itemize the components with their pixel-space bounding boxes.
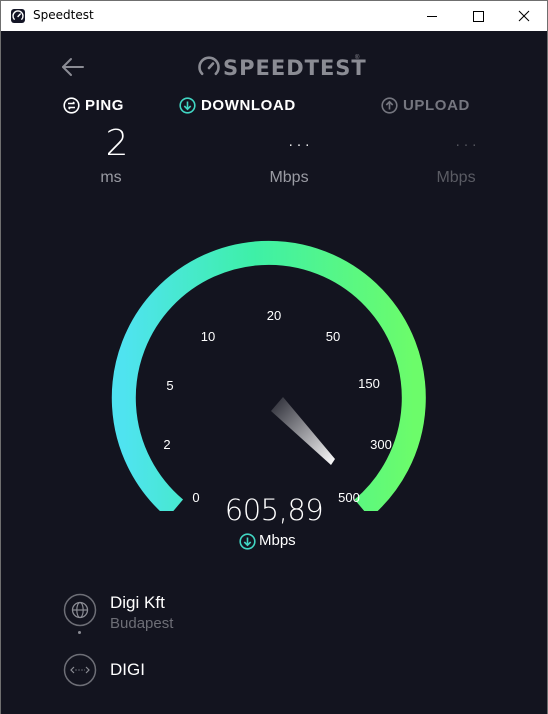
speedtest-logo: SPEEDTEST ® [197, 55, 366, 80]
close-button[interactable] [501, 1, 547, 31]
current-speed-unit: Mbps [259, 532, 296, 549]
host-name: DIGI [110, 660, 145, 679]
gauge-tick-50: 50 [326, 329, 340, 344]
minimize-icon [427, 16, 437, 17]
upload-value: ... [453, 123, 479, 153]
current-speed-value: 605,89 [224, 493, 324, 527]
upload-icon [381, 97, 398, 114]
speed-gauge: 0 2 5 10 20 50 150 300 500 [111, 240, 426, 511]
upload-unit: Mbps [436, 169, 476, 186]
close-icon [518, 10, 530, 22]
arrow-left-icon [62, 58, 84, 76]
gauge-needle [271, 397, 335, 465]
maximize-icon [473, 11, 484, 22]
upload-label: UPLOAD [403, 97, 470, 114]
ping-value: 2 [105, 123, 129, 164]
provider-row[interactable]: Digi Kft Budapest [63, 593, 363, 634]
logo-trademark: ® [355, 55, 360, 61]
host-row[interactable]: DIGI [63, 653, 363, 693]
speedtest-app-icon [11, 9, 25, 23]
provider-status-dot [78, 631, 81, 634]
gauge-tick-10: 10 [201, 329, 215, 344]
ping-label: PING [85, 97, 125, 114]
gauge-tick-300: 300 [370, 437, 392, 452]
back-button[interactable] [57, 51, 89, 83]
gauge-tick-2: 2 [163, 437, 170, 452]
gauge-tick-20: 20 [267, 308, 281, 323]
download-icon [179, 97, 196, 114]
ping-unit: ms [100, 169, 122, 186]
upload-metric: UPLOAD ... Mbps [381, 95, 491, 195]
globe-icon [63, 593, 97, 627]
provider-location: Budapest [110, 615, 174, 632]
title-bar[interactable]: Speedtest [1, 1, 547, 31]
current-speed-unit-row: Mbps [237, 531, 317, 553]
download-metric: DOWNLOAD ... Mbps [179, 95, 329, 195]
speedtest-panel: SPEEDTEST ® PING 2 ms DOWNLOAD ... Mbps … [1, 31, 547, 714]
download-unit: Mbps [269, 169, 309, 186]
maximize-button[interactable] [455, 1, 501, 31]
logo-wordmark: SPEEDTEST [223, 56, 367, 80]
download-label: DOWNLOAD [201, 97, 296, 114]
download-small-icon [239, 533, 256, 550]
minimize-button[interactable] [409, 1, 455, 31]
gauge-tick-5: 5 [166, 378, 173, 393]
provider-name: Digi Kft [110, 593, 165, 612]
server-icon [63, 653, 97, 687]
window-title: Speedtest [33, 8, 94, 22]
speedtest-logo-icon [198, 56, 220, 76]
ping-metric: PING 2 ms [63, 95, 163, 195]
ping-icon [63, 97, 80, 114]
gauge-tick-150: 150 [358, 376, 380, 391]
app-window: Speedtest SPEEDTEST ® PING 2 ms DOWNLOAD… [0, 0, 548, 714]
